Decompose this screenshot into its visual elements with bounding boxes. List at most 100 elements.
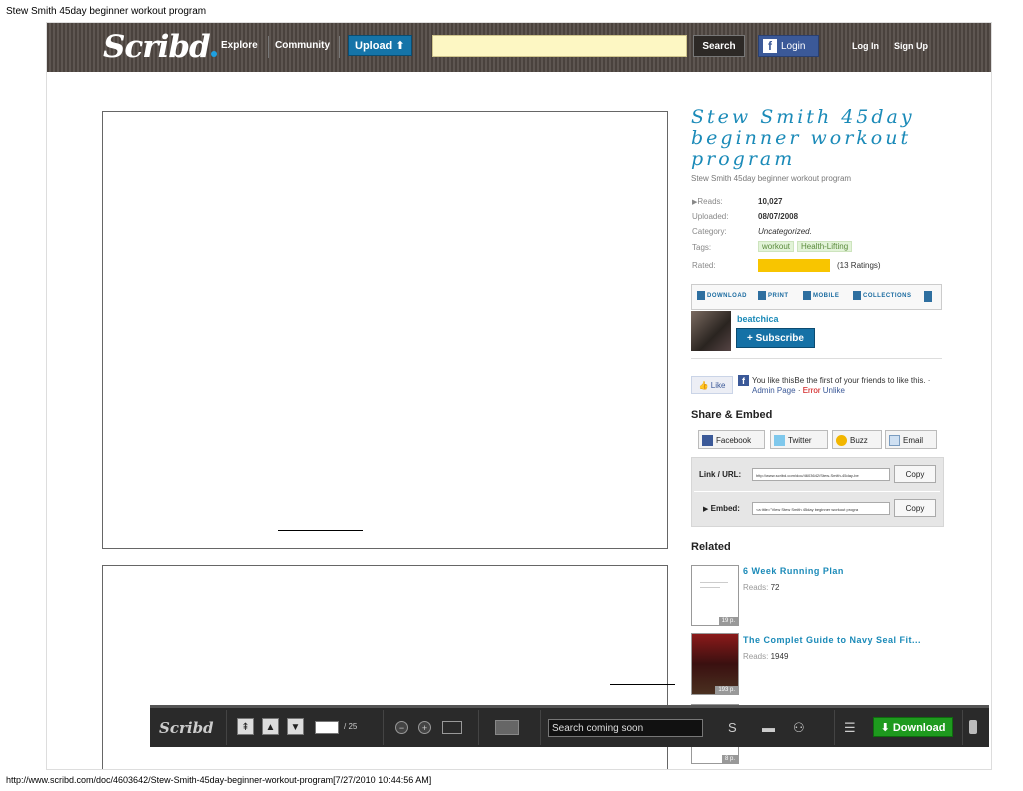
rated-label: Rated: (692, 261, 716, 270)
share-buzz-button[interactable]: Buzz (832, 430, 882, 449)
thumb-line (700, 587, 720, 588)
reads-label[interactable]: ▶Reads: (692, 197, 723, 206)
page-count-badge: 8 p. (721, 755, 738, 763)
document-subtitle: Stew Smith 45day beginner workout progra… (691, 174, 852, 183)
speaker-icon[interactable] (924, 291, 932, 302)
nav-explore[interactable]: Explore (221, 40, 258, 51)
nav-divider (268, 36, 269, 58)
logo-dot-icon (210, 51, 217, 57)
like-status-text: You like thisBe the first of your friend… (752, 376, 947, 396)
lock-icon[interactable] (969, 720, 977, 734)
separator: · (795, 386, 803, 395)
browser-page-title: Stew Smith 45day beginner workout progra… (6, 6, 207, 17)
facebook-login-button[interactable]: f Login (758, 35, 819, 57)
category-label: Category: (692, 227, 727, 236)
view-mode-icon[interactable] (495, 720, 519, 735)
plus-icon: + (747, 333, 753, 344)
related-thumbnail[interactable]: 19 p. (691, 565, 739, 626)
toolbar-divider (478, 710, 479, 745)
envelope-icon (889, 435, 900, 447)
page-count-badge: 19 p. (718, 617, 738, 625)
related-title[interactable]: 6 Week Running Plan (743, 566, 844, 576)
link-embed-panel: Link / URL: http://www.scribd.com/doc/46… (691, 457, 944, 527)
nav-divider (339, 36, 340, 58)
footer-url: http://www.scribd.com/doc/4603642/Stew-S… (6, 775, 432, 785)
sign-up-link[interactable]: Sign Up (894, 41, 928, 51)
divider (694, 491, 940, 492)
search-button[interactable]: Search (693, 35, 745, 57)
zoom-in-icon[interactable]: + (418, 721, 431, 734)
link-url-label: Link / URL: (699, 470, 742, 479)
share-facebook-button[interactable]: Facebook (698, 430, 765, 449)
mobile-action[interactable]: MOBILE (803, 291, 839, 300)
tags-label: Tags: (692, 243, 712, 252)
zoom-out-icon[interactable]: − (395, 721, 408, 734)
subscribe-button[interactable]: + Subscribe (736, 328, 815, 348)
download-icon: ⬇ (880, 722, 890, 734)
related-thumbnail[interactable]: 193 p. (691, 633, 739, 695)
document-page-1[interactable] (102, 111, 668, 549)
download-action[interactable]: DOWNLOAD (697, 291, 747, 300)
admin-page-link[interactable]: Admin Page (752, 386, 796, 395)
search-input[interactable] (432, 35, 687, 57)
reads-value: 10,027 (758, 197, 783, 206)
page-count-badge: 193 p. (715, 686, 738, 694)
tag-health-lifting[interactable]: Health-Lifting (797, 241, 853, 252)
first-page-icon[interactable]: ⇞ (237, 718, 254, 735)
copy-link-button[interactable]: Copy (894, 465, 936, 483)
mobile-icon (803, 291, 811, 300)
comment-icon[interactable]: ▬ (762, 720, 775, 735)
download-icon (697, 291, 705, 300)
download-button[interactable]: ⬇ Download (873, 717, 953, 737)
fullscreen-icon[interactable] (442, 721, 462, 734)
twitter-icon (774, 435, 785, 447)
expand-arrow-icon: ▶ (703, 506, 709, 513)
next-page-icon[interactable]: ▼ (287, 718, 304, 735)
facebook-icon: f (763, 39, 777, 53)
facebook-like-button[interactable]: 👍 Like (691, 376, 733, 394)
embed-code-field[interactable]: <a title="View Stew Smith 45day beginner… (752, 502, 890, 515)
author-avatar[interactable] (691, 311, 731, 351)
add-to-collection-icon[interactable]: ☰ (844, 720, 856, 736)
document-actions: DOWNLOAD PRINT MOBILE COLLECTIONS (691, 284, 942, 310)
related-title[interactable]: The Complet Guide to Navy Seal Fit... (743, 635, 921, 645)
error-link[interactable]: Error (803, 386, 821, 395)
uploaded-value: 08/07/2008 (758, 212, 799, 221)
buzz-icon (836, 435, 847, 447)
upload-arrow-icon: ⬆ (395, 40, 405, 52)
related-heading: Related (691, 541, 731, 553)
copy-embed-button[interactable]: Copy (894, 499, 936, 517)
rating-stars[interactable] (758, 259, 830, 272)
embed-label[interactable]: ▶ Embed: (703, 504, 740, 513)
thumb-line (700, 582, 728, 583)
page-rule (278, 530, 363, 531)
scribd-logo[interactable]: Scribd (103, 29, 217, 65)
link-url-field[interactable]: http://www.scribd.com/doc/4603642/Stew-S… (752, 468, 890, 481)
document-search-input[interactable]: Search coming soon (548, 719, 703, 737)
author-link[interactable]: beatchica (737, 314, 779, 324)
toolbar-divider (834, 710, 835, 745)
scribd-social-icon[interactable]: S (728, 720, 737, 735)
category-value[interactable]: Uncategorized. (758, 227, 812, 236)
unlike-link[interactable]: Unlike (823, 386, 845, 395)
page-total: / 25 (344, 722, 358, 731)
divider (691, 358, 942, 359)
previous-page-icon[interactable]: ▲ (262, 718, 279, 735)
upload-button[interactable]: Upload ⬆ (348, 35, 412, 56)
people-icon[interactable]: ⚇ (793, 720, 805, 736)
facebook-icon (702, 435, 713, 447)
print-action[interactable]: PRINT (758, 291, 789, 300)
tag-workout[interactable]: workout (758, 241, 795, 252)
share-twitter-button[interactable]: Twitter (770, 430, 828, 449)
log-in-link[interactable]: Log In (852, 41, 879, 51)
tag-list: workout Health-Lifting (758, 241, 855, 252)
toolbar-scribd-logo[interactable]: Scribd (159, 719, 214, 737)
share-email-button[interactable]: Email (885, 430, 937, 449)
facebook-icon: f (738, 375, 749, 386)
header-bar: Scribd Explore Community Upload ⬆ Search… (47, 23, 991, 72)
page-frame: Scribd Explore Community Upload ⬆ Search… (46, 22, 992, 770)
nav-community[interactable]: Community (275, 40, 330, 51)
page-number-input[interactable] (315, 721, 339, 734)
collections-icon (853, 291, 861, 300)
collections-action[interactable]: COLLECTIONS (853, 291, 912, 300)
